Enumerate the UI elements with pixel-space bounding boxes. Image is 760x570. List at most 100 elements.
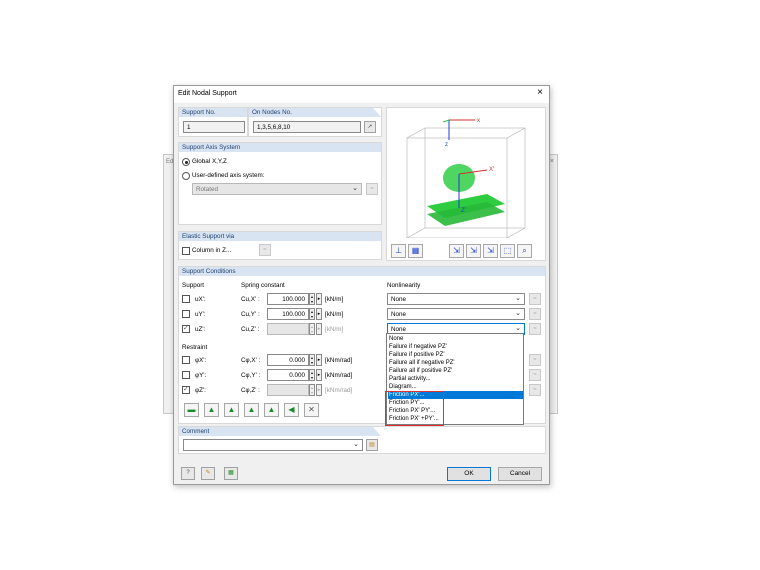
cuy-spinner[interactable]: ▴ ▾	[309, 308, 315, 320]
phix-edit-icon[interactable]: ≈	[529, 354, 541, 366]
cuz-spinner[interactable]: ▴ ▾	[309, 323, 315, 335]
uz-checkbox[interactable]	[182, 324, 190, 333]
uy-checkbox[interactable]	[182, 310, 190, 318]
user-axis-select[interactable]: Rotated ⌄	[192, 183, 362, 195]
cuy-arrow[interactable]: ▸	[316, 308, 322, 320]
cphix-field[interactable]: 0.000	[267, 354, 309, 366]
background-close-icon[interactable]: ×	[550, 158, 554, 165]
title-bar: Edit Nodal Support ×	[174, 86, 549, 103]
dropdown-item[interactable]: Diagram...	[388, 383, 523, 391]
cancel-button[interactable]: Cancel	[498, 467, 542, 481]
view-render-icon[interactable]: ▦	[408, 244, 423, 258]
support-hinged-fixed-icon[interactable]: ▲	[204, 403, 219, 417]
close-icon[interactable]: ×	[537, 87, 543, 99]
ok-button[interactable]: OK	[447, 467, 491, 481]
uz-nonlinearity-value: None	[391, 326, 407, 333]
ux-nonlinearity-value: None	[391, 296, 407, 303]
dropdown-item[interactable]: Partial activity...	[388, 375, 523, 383]
uz-label: uZ':	[195, 326, 206, 333]
on-nodes-group: On Nodes No. 1,3,5,6,8,10 ➚	[248, 107, 382, 137]
cphix-spinner[interactable]: ▴ ▾	[309, 354, 315, 366]
help-icon[interactable]: ?	[181, 467, 195, 480]
chevron-down-icon: ⌄	[515, 295, 521, 302]
support-rotation-x-icon[interactable]: ▲	[244, 403, 259, 417]
elastic-support-group: Elastic Support via Column in Z... ≈	[178, 231, 382, 260]
phix-label: φX':	[195, 357, 207, 364]
global-axis-radio[interactable]	[182, 158, 190, 166]
support-rotation-y-icon[interactable]: ▲	[264, 403, 279, 417]
cux-arrow[interactable]: ▸	[316, 293, 322, 305]
preview-panel: x z X' Z' ⊥ ▦ ⇲ ⇲ ⇲ ⬚ ⌕	[386, 107, 546, 261]
chevron-down-icon: ⌄	[515, 325, 521, 332]
dropdown-item[interactable]: Failure all if negative PZ'	[388, 359, 523, 367]
support-no-field[interactable]: 1	[183, 121, 245, 133]
phix-checkbox[interactable]	[182, 356, 190, 364]
ux-nonlinearity-select[interactable]: None ⌄	[387, 293, 525, 305]
edit-icon[interactable]: ✎	[201, 467, 215, 480]
support-fixed-icon[interactable]: ▲	[224, 403, 239, 417]
phiy-edit-icon[interactable]: ≈	[529, 369, 541, 381]
value-icon[interactable]: ▦	[224, 467, 238, 480]
cphiz-arrow[interactable]: ▸	[316, 384, 322, 396]
cuz-field[interactable]	[267, 323, 309, 335]
ux-edit-icon[interactable]: ≈	[529, 293, 541, 305]
comment-edit-icon[interactable]: ▤	[366, 439, 378, 451]
cphiy-field[interactable]: 0.000	[267, 369, 309, 381]
ux-checkbox[interactable]	[182, 295, 190, 303]
comment-header: Comment	[179, 427, 381, 436]
phiz-edit-icon[interactable]: ≈	[529, 384, 541, 396]
cuz-symbol: Cu,Z' :	[241, 326, 260, 333]
edit-axis-icon[interactable]: ≈	[366, 183, 378, 195]
column-label: Column in Z...	[192, 247, 232, 254]
phiz-checkbox[interactable]	[182, 385, 190, 394]
view-z-icon[interactable]: ⇲	[483, 244, 498, 258]
support-col-label: Support	[182, 282, 205, 289]
edit-nodal-support-dialog: Edit Nodal Support × Support No. 1 On No…	[173, 85, 550, 485]
cphix-arrow[interactable]: ▸	[316, 354, 322, 366]
column-checkbox[interactable]	[182, 247, 190, 255]
cphix-unit: [kNm/rad]	[325, 357, 353, 364]
cuy-field[interactable]: 100.000	[267, 308, 309, 320]
support-hinged-icon[interactable]: ▬	[184, 403, 199, 417]
phiy-label: φY':	[195, 372, 207, 379]
comment-input[interactable]: ⌄	[183, 439, 363, 451]
comment-group: Comment ⌄ ▤	[178, 426, 546, 454]
cphiz-field[interactable]	[267, 384, 309, 396]
cux-spinner[interactable]: ▴ ▾	[309, 293, 315, 305]
cux-field[interactable]: 100.000	[267, 293, 309, 305]
zoom-icon[interactable]: ⌕	[517, 244, 532, 258]
axis-xp-label: X'	[489, 167, 494, 173]
axis-system-group: Support Axis System Global X,Y,Z User-de…	[178, 142, 382, 225]
axis-x-label: x	[477, 118, 480, 124]
dropdown-item[interactable]: None	[388, 335, 523, 343]
cuy-symbol: Cu,Y' :	[241, 311, 260, 318]
support-free-icon[interactable]: ✕	[304, 403, 319, 417]
cphiy-spinner[interactable]: ▴ ▾	[309, 369, 315, 381]
cphix-symbol: Cφ,X' :	[241, 357, 261, 364]
pick-nodes-icon[interactable]: ➚	[364, 121, 376, 133]
axis-system-header: Support Axis System	[179, 143, 381, 152]
view-iso-icon[interactable]: ⬚	[500, 244, 515, 258]
uz-edit-icon[interactable]: ≈	[529, 323, 541, 335]
ux-label: uX':	[195, 296, 206, 303]
uy-edit-icon[interactable]: ≈	[529, 308, 541, 320]
on-nodes-field[interactable]: 1,3,5,6,8,10	[253, 121, 361, 133]
cux-unit: [kN/m]	[325, 296, 344, 303]
chevron-down-icon: ⌄	[352, 185, 358, 192]
cphiz-spinner[interactable]: ▴ ▾	[309, 384, 315, 396]
cuz-arrow[interactable]: ▸	[316, 323, 322, 335]
cphiy-symbol: Cφ,Y' :	[241, 372, 261, 379]
user-axis-value: Rotated	[196, 186, 219, 193]
dropdown-item[interactable]: Failure if positive PZ'	[388, 351, 523, 359]
view-y-icon[interactable]: ⇲	[466, 244, 481, 258]
column-edit-icon[interactable]: ≈	[259, 244, 271, 256]
view-axes-icon[interactable]: ⊥	[391, 244, 406, 258]
dropdown-item[interactable]: Failure if negative PZ'	[388, 343, 523, 351]
phiy-checkbox[interactable]	[182, 371, 190, 379]
dropdown-item[interactable]: Failure all if positive PZ'	[388, 367, 523, 375]
cphiy-arrow[interactable]: ▸	[316, 369, 322, 381]
support-wall-icon[interactable]: ◀	[284, 403, 299, 417]
uy-nonlinearity-select[interactable]: None ⌄	[387, 308, 525, 320]
user-axis-radio[interactable]	[182, 172, 190, 180]
view-x-icon[interactable]: ⇲	[449, 244, 464, 258]
